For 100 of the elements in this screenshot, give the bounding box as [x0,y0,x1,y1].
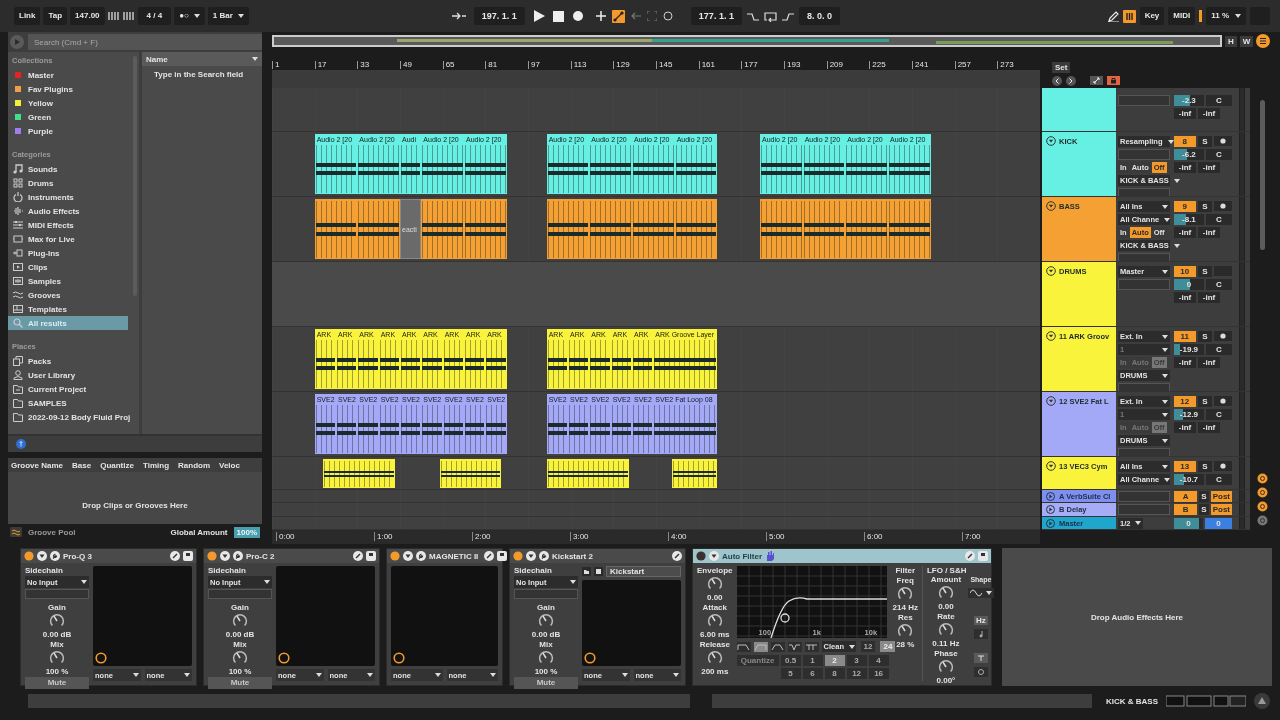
audio-clip[interactable] [314,199,358,259]
view-toggle-icon[interactable] [1256,473,1268,484]
loop-icon[interactable] [763,10,777,22]
audio-clip[interactable] [760,199,803,259]
arm-icon[interactable] [1214,396,1232,406]
arm-icon[interactable] [1214,461,1232,471]
fold-icon[interactable] [403,551,413,561]
input-field[interactable] [1118,383,1170,391]
device-on-icon[interactable] [207,551,217,561]
place-item[interactable]: SAMPLES [8,396,128,410]
search-field[interactable]: Search (Cmd + F) [28,34,262,50]
quantize-option[interactable]: 8 [824,668,845,679]
zoom-button[interactable]: W [1239,35,1254,47]
time-ruler[interactable]: 0:00 1:00 2:00 3:00 4:00 5:00 6:00 7:00 [272,530,1040,544]
metronome-dropdown[interactable]: ●○ [174,7,205,25]
audio-clip[interactable] [632,199,675,259]
input-field[interactable] [1118,95,1170,106]
view-toggle-icon[interactable] [1256,487,1268,498]
knob[interactable] [937,585,954,601]
knob[interactable] [937,659,954,675]
knob[interactable] [49,613,65,629]
link-icon[interactable] [170,551,180,561]
audio-clip[interactable] [845,199,888,259]
filter-type-icon[interactable] [736,641,751,652]
solo-button[interactable]: S [1199,504,1209,516]
column-header[interactable]: Name [142,52,262,66]
stop-icon[interactable] [552,10,564,22]
category-item[interactable]: Samples [8,274,128,288]
knob[interactable] [49,650,65,666]
fold-icon[interactable] [37,551,47,561]
pencil-icon[interactable] [1107,10,1119,22]
arm-icon[interactable] [1214,331,1232,341]
category-item[interactable]: Clips [8,260,128,274]
save-icon[interactable] [594,567,603,576]
plus-icon[interactable] [595,11,606,21]
save-icon[interactable] [497,551,508,561]
input-field[interactable] [514,589,578,599]
input-field[interactable] [1118,448,1170,456]
input-field[interactable] [1118,491,1170,502]
pan-field[interactable]: C [1205,279,1232,290]
audio-clip[interactable] [802,199,846,259]
quantize-option[interactable]: 16 [868,668,889,679]
place-item[interactable]: Current Project [8,382,128,396]
track-activator[interactable]: 10 [1174,266,1196,277]
zoom-button[interactable]: H [1225,35,1237,47]
category-item[interactable]: Max for Live [8,232,128,246]
audio-clip[interactable] [357,199,400,259]
audio-clip[interactable] [546,199,590,259]
expand-icon[interactable] [1090,76,1103,85]
post-button[interactable]: Post [1210,504,1232,516]
knob[interactable] [706,650,723,666]
mute-button[interactable]: Mute [208,677,272,689]
folder-icon[interactable] [582,567,591,576]
wrench-icon[interactable] [539,551,549,561]
knob[interactable] [706,613,723,629]
link-icon[interactable] [353,551,363,561]
solo-button[interactable]: S [1197,266,1212,277]
filter-type-icon[interactable] [770,641,785,652]
knob[interactable] [706,576,723,592]
info-icon[interactable] [16,439,26,449]
track-activator[interactable]: 13 [1174,461,1196,472]
volume-slider[interactable]: -19.9 [1174,344,1204,355]
knob[interactable] [937,622,954,638]
audio-clip[interactable] [674,199,718,259]
category-item[interactable]: Instruments [8,190,128,204]
collection-item[interactable]: Yellow [8,96,128,110]
rate-unit-button[interactable]: Hz [974,616,988,625]
filter-type-icon[interactable] [787,641,802,652]
mute-button[interactable]: Mute [25,677,89,689]
solo-button[interactable]: S [1199,491,1209,502]
wrench-icon[interactable] [416,551,426,561]
tempo-field[interactable]: 147.00 [70,7,105,25]
place-item[interactable]: Packs [8,354,128,368]
filter-type-icon[interactable] [804,641,819,652]
position-field[interactable]: 197. 1. 1 [473,7,525,25]
note-icon[interactable] [973,629,988,639]
left-arrow-icon[interactable] [1052,76,1062,86]
punch-out-icon[interactable] [781,11,794,21]
fold-icon[interactable] [526,551,536,561]
knob[interactable] [897,623,914,639]
record-icon[interactable] [571,10,584,22]
time-signature-field[interactable]: 4 / 4 [137,7,172,25]
menu-icon[interactable] [1256,34,1271,48]
place-item[interactable]: 2022-09-12 Body Fluid Proj [8,410,128,424]
track-activator[interactable]: 9 [1174,201,1196,212]
category-item[interactable]: Sounds [8,162,128,176]
track-activator[interactable]: 11 [1174,331,1196,342]
shape-dropdown[interactable] [967,588,994,598]
play-icon[interactable] [532,10,545,22]
wrench-icon[interactable] [233,551,243,561]
input-field[interactable] [208,589,272,599]
collection-item[interactable]: Purple [8,124,128,138]
solo-button[interactable]: S [1197,396,1212,407]
punch-in-icon[interactable] [746,11,759,21]
quantize-option[interactable]: 0.5 [780,655,801,666]
automation-arm-icon[interactable] [611,9,625,23]
solo-button[interactable]: S [1197,331,1212,342]
circle-icon[interactable] [662,11,673,21]
piano-keys-icon[interactable] [1122,9,1136,23]
solo-button[interactable]: S [1197,136,1212,147]
